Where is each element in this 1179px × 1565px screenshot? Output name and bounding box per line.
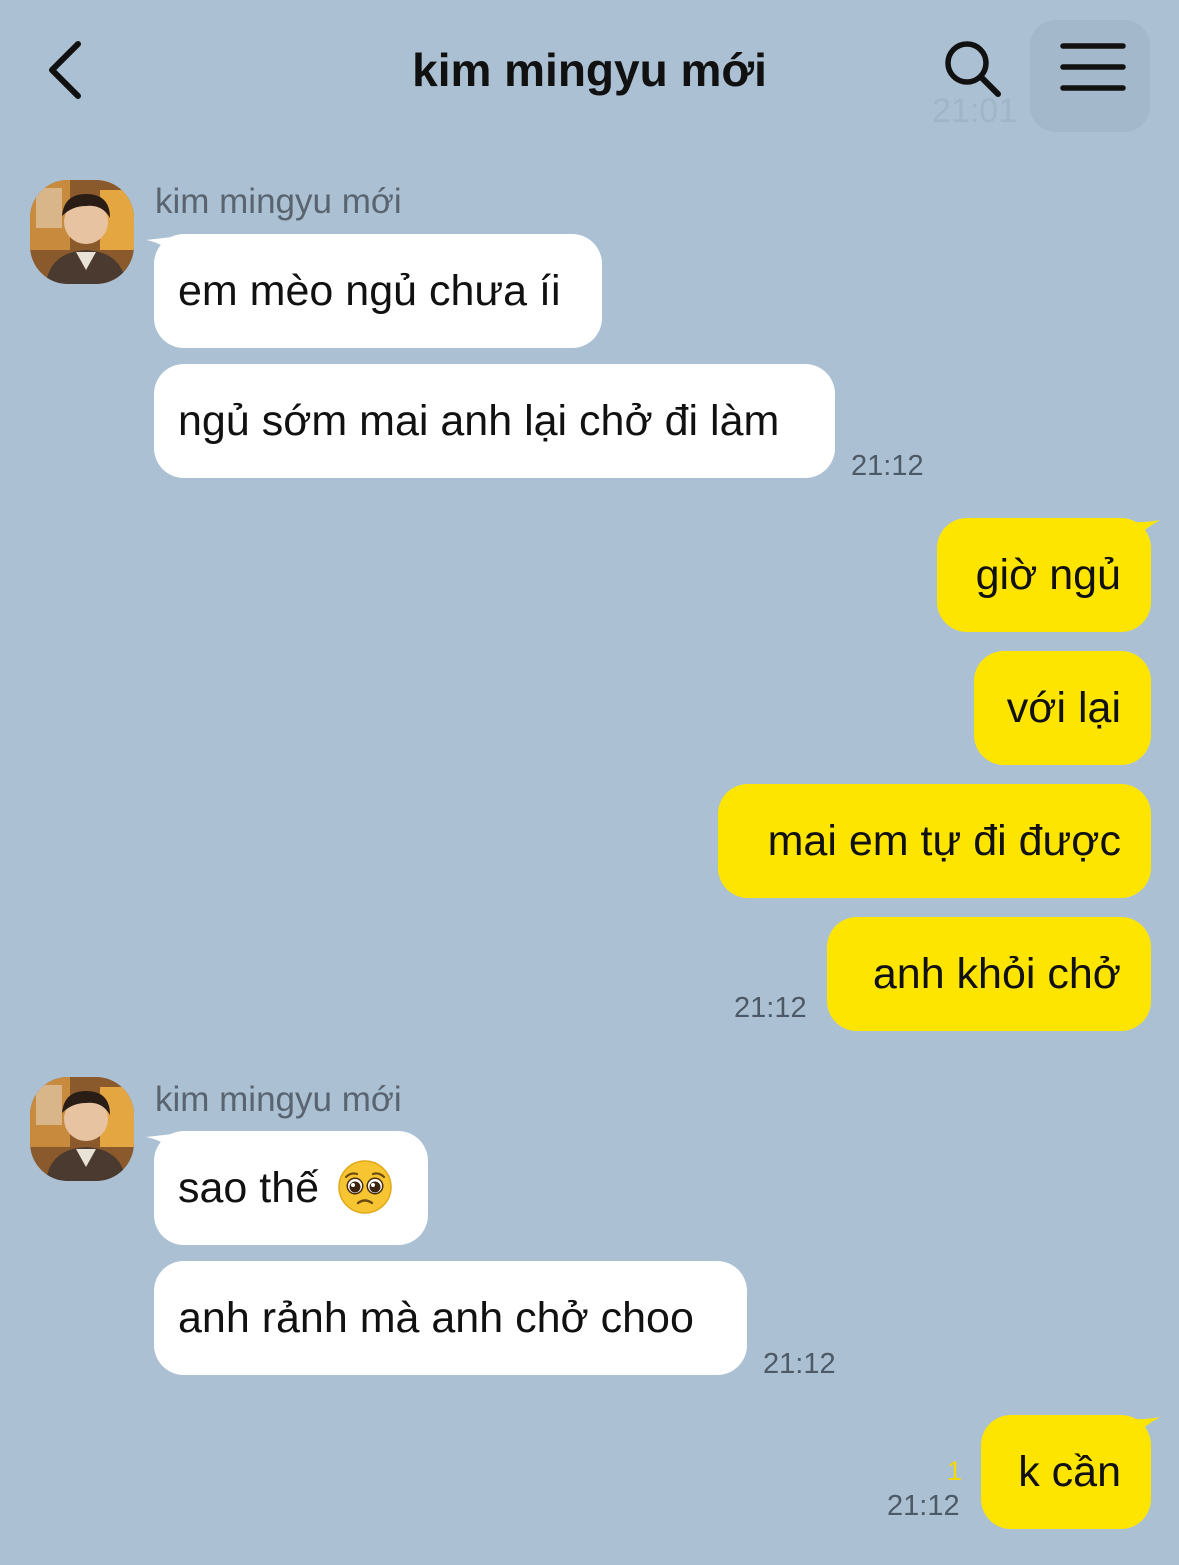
faded-timestamp: 21:01 <box>932 92 1018 130</box>
sender-name: kim mingyu mới <box>155 182 402 221</box>
outgoing-message-bubble[interactable]: anh khỏi chở <box>827 917 1151 1031</box>
message-time: 21:12 <box>763 1348 836 1380</box>
message-text: anh khỏi chở <box>872 950 1121 998</box>
message-text: em mèo ngủ chưa íi <box>178 267 561 315</box>
message-text: anh rảnh mà anh chở choo <box>178 1294 694 1342</box>
pleading-face-emoji-icon <box>338 1159 392 1214</box>
message-time: 21:12 <box>851 450 924 482</box>
unread-count: 1 <box>947 1456 963 1486</box>
message-time: 21:12 <box>887 1490 960 1522</box>
message-time: 21:12 <box>734 992 807 1024</box>
avatar[interactable] <box>30 180 134 284</box>
outgoing-message-bubble[interactable]: với lại <box>974 651 1151 765</box>
hamburger-menu-icon[interactable] <box>1060 42 1126 92</box>
message-text: giờ ngủ <box>975 551 1121 599</box>
incoming-message-bubble[interactable]: em mèo ngủ chưa íi <box>154 234 602 348</box>
incoming-message-bubble[interactable]: ngủ sớm mai anh lại chở đi làm <box>154 364 835 478</box>
outgoing-message-bubble[interactable]: mai em tự đi được <box>718 784 1151 898</box>
outgoing-message-bubble[interactable]: giờ ngủ <box>937 518 1151 632</box>
message-text: mai em tự đi được <box>767 817 1121 865</box>
message-text: k cần <box>1018 1448 1121 1496</box>
incoming-message-bubble[interactable]: sao thế <box>154 1131 428 1245</box>
search-icon[interactable] <box>940 38 1006 100</box>
message-text: với lại <box>1006 684 1121 732</box>
outgoing-message-bubble[interactable]: k cần <box>981 1415 1151 1529</box>
message-text: ngủ sớm mai anh lại chở đi làm <box>178 397 780 445</box>
sender-name: kim mingyu mới <box>155 1080 402 1119</box>
avatar[interactable] <box>30 1077 134 1181</box>
message-text: sao thế <box>178 1164 320 1212</box>
incoming-message-bubble[interactable]: anh rảnh mà anh chở choo <box>154 1261 747 1375</box>
